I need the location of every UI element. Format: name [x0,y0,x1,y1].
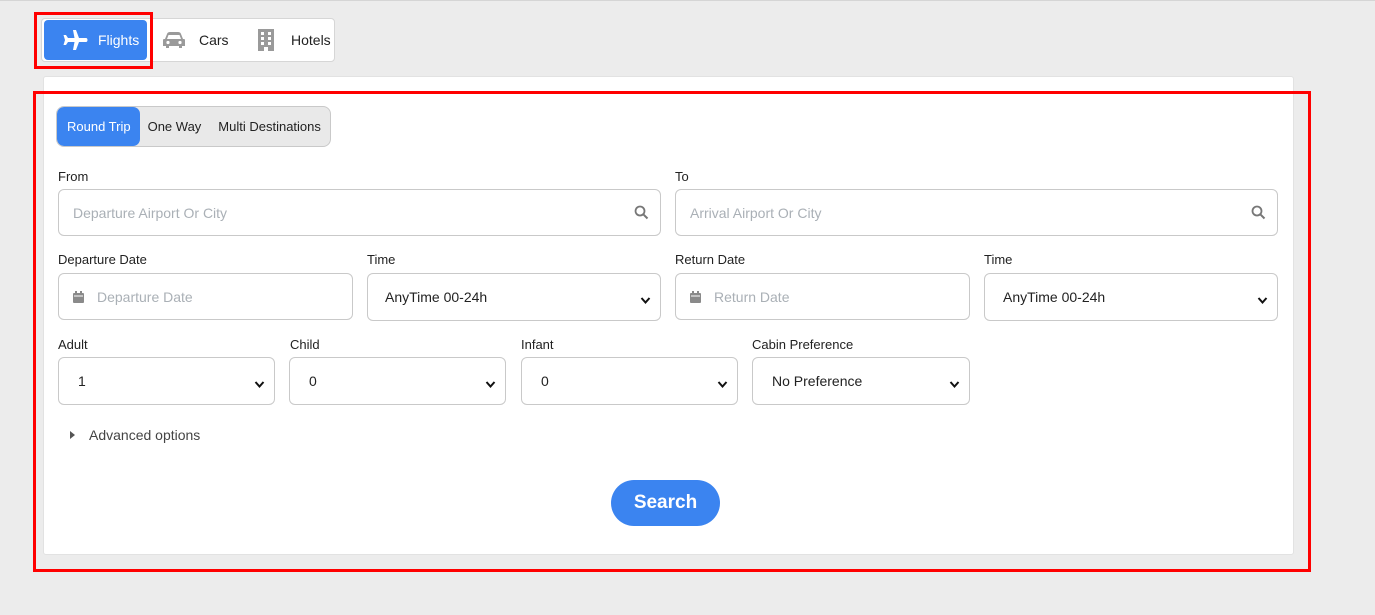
chevron-down-icon [254,376,265,392]
return-time-value: AnyTime 00-24h [1003,289,1106,305]
building-icon [252,28,280,52]
child-label: Child [290,337,320,352]
adult-label: Adult [58,337,88,352]
tab-multi-destinations[interactable]: Multi Destinations [201,107,321,146]
advanced-options-toggle[interactable]: Advanced options [70,427,200,443]
adult-value: 1 [78,373,86,389]
return-time-label: Time [984,252,1013,267]
trip-type-tabs: Round Trip One Way Multi Destinations [56,106,331,147]
tab-cars[interactable]: Cars [160,19,229,61]
departure-date-label: Departure Date [58,252,147,267]
return-date-label: Return Date [675,252,746,267]
search-button[interactable]: Search [611,480,720,526]
top-divider [0,0,1375,1]
tab-flights[interactable]: Flights [44,20,147,60]
advanced-options-label: Advanced options [89,427,201,443]
return-time-select[interactable]: AnyTime 00-24h [984,273,1278,321]
child-value: 0 [309,373,317,389]
from-placeholder: Departure Airport Or City [73,204,228,221]
return-date-input[interactable]: Return Date [675,273,970,320]
tab-round-trip[interactable]: Round Trip [57,107,140,146]
from-label: From [58,169,89,184]
departure-time-value: AnyTime 00-24h [385,289,488,305]
search-icon [1251,205,1266,223]
chevron-down-icon [1257,292,1268,308]
cabin-label: Cabin Preference [752,337,854,352]
calendar-icon [690,290,701,303]
car-icon [160,28,188,52]
chevron-down-icon [640,292,651,308]
airplane-icon [61,28,89,52]
calendar-icon [73,290,84,303]
chevron-down-icon [717,376,728,392]
tab-flights-label: Flights [98,32,140,48]
tab-one-way[interactable]: One Way [140,107,202,146]
child-select[interactable]: 0 [289,357,506,405]
departure-time-select[interactable]: AnyTime 00-24h [367,273,661,321]
return-date-placeholder: Return Date [714,288,790,305]
infant-select[interactable]: 0 [521,357,738,405]
to-input[interactable]: Arrival Airport Or City [675,189,1278,236]
chevron-down-icon [949,376,960,392]
departure-date-input[interactable]: Departure Date [58,273,353,320]
caret-right-icon [70,431,75,439]
to-placeholder: Arrival Airport Or City [690,204,822,221]
tab-cars-label: Cars [199,32,229,48]
infant-value: 0 [541,373,549,389]
cabin-value: No Preference [772,373,863,389]
departure-time-label: Time [367,252,396,267]
adult-select[interactable]: 1 [58,357,275,405]
cabin-select[interactable]: No Preference [752,357,970,405]
tab-hotels-label: Hotels [291,32,331,48]
product-tabs: Flights Cars Hotels [41,18,335,62]
to-label: To [675,169,689,184]
chevron-down-icon [485,376,496,392]
from-input[interactable]: Departure Airport Or City [58,189,661,236]
departure-date-placeholder: Departure Date [97,288,193,305]
search-icon [634,205,649,223]
tab-hotels[interactable]: Hotels [252,19,331,61]
infant-label: Infant [521,337,554,352]
